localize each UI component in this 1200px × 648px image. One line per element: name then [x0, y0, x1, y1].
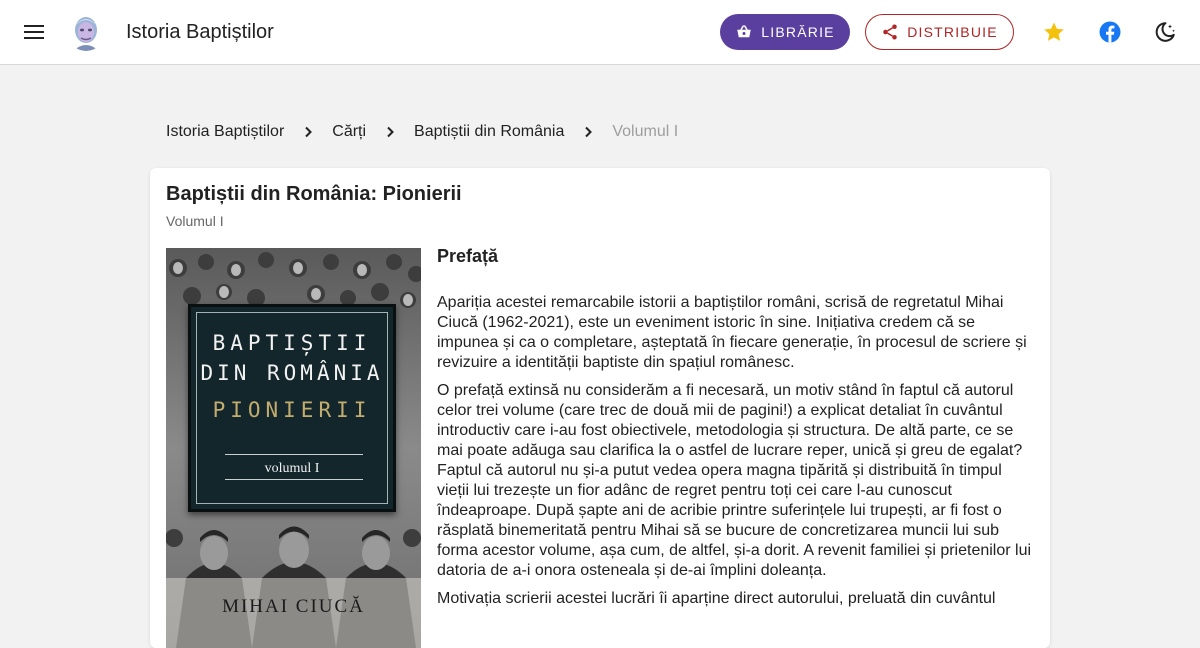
share-icon [883, 24, 897, 40]
cover-author-name: MIHAI CIUCĂ [222, 596, 365, 617]
distribuie-button-label: DISTRIBUIE [907, 24, 998, 40]
breadcrumb-item-istoria[interactable]: Istoria Baptiștilor [166, 123, 284, 141]
book-title: Baptiștii din România: Pionierii [166, 183, 462, 205]
preface-paragraph: Motivația scrierii acestei lucrări îi ap… [437, 590, 996, 607]
breadcrumb: Istoria Baptiștilor Cărți Baptiștii din … [166, 122, 678, 142]
shop-icon [737, 25, 752, 38]
librarie-button-label: LIBRĂRIE [761, 24, 835, 40]
book-volume-subtitle: Volumul I [166, 213, 224, 229]
cover-volume-label: volumul I [264, 461, 320, 476]
preface-heading: Prefață [437, 246, 499, 266]
star-icon[interactable] [1042, 20, 1066, 44]
cover-rule-top [225, 454, 363, 455]
breadcrumb-item-carti[interactable]: Cărți [332, 123, 366, 141]
breadcrumb-item-baptistii[interactable]: Baptiștii din România [414, 123, 564, 141]
facebook-icon[interactable] [1098, 20, 1122, 44]
site-title[interactable]: Istoria Baptiștilor [126, 21, 274, 44]
book-card: Baptiștii din România: Pionierii Volumul… [150, 168, 1050, 648]
preface-section: Prefață Apariția acestei remarcabile ist… [437, 246, 1037, 617]
chevron-right-icon [564, 122, 612, 142]
cover-rule-bottom [225, 479, 363, 480]
breadcrumb-item-current: Volumul I [612, 123, 679, 140]
preface-paragraph: Apariția acestei remarcabile istorii a b… [437, 294, 1027, 371]
dark-mode-moon-icon[interactable] [1153, 20, 1177, 44]
book-cover-image: BAPTIȘTII DIN ROMÂNIA PIONIERII volumul … [166, 248, 421, 648]
chevron-right-icon [284, 122, 332, 142]
chevron-right-icon [366, 122, 414, 142]
cover-title-line3: PIONIERII [212, 398, 372, 422]
cover-title-line1: BAPTIȘTII [212, 331, 372, 355]
top-app-bar: Istoria Baptiștilor LIBRĂRIE DISTRIBUIE [0, 0, 1200, 65]
distribuie-button[interactable]: DISTRIBUIE [865, 14, 1014, 50]
preface-paragraph: O prefață extinsă nu considerăm a fi nec… [437, 382, 1032, 579]
librarie-button[interactable]: LIBRĂRIE [720, 14, 850, 50]
author-portrait-avatar[interactable] [67, 13, 105, 51]
hamburger-menu-icon[interactable] [22, 20, 46, 44]
cover-title-plate: BAPTIȘTII DIN ROMÂNIA PIONIERII volumul … [188, 304, 396, 512]
cover-title-line2: DIN ROMÂNIA [200, 361, 384, 385]
